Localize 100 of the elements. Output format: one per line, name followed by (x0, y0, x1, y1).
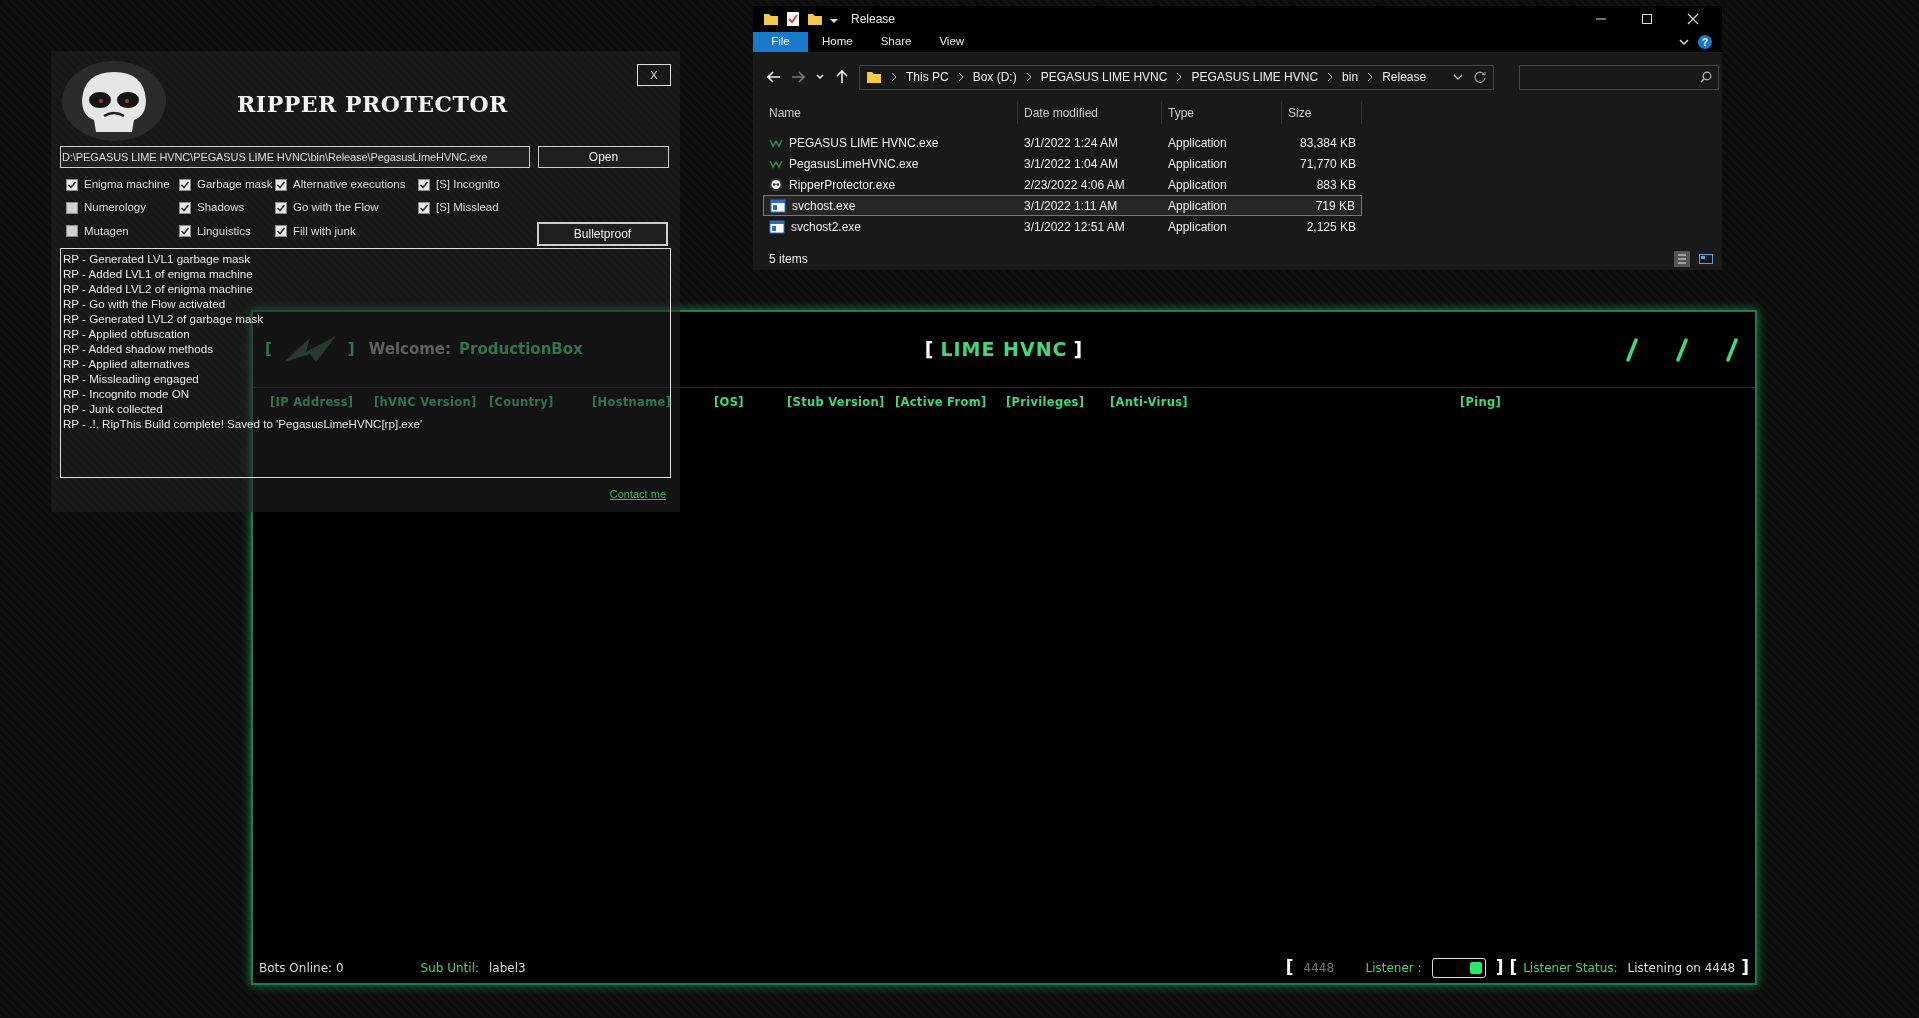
ribbon-tab[interactable]: View (925, 32, 979, 52)
column-header[interactable]: Type (1162, 102, 1282, 124)
forward-icon[interactable] (791, 70, 805, 84)
checkbox[interactable] (275, 225, 287, 238)
ribbon-tab[interactable]: Home (808, 32, 867, 52)
checkbox-option[interactable]: Numerology (66, 199, 179, 217)
listener-status-value: Listening on 4448 (1627, 960, 1736, 977)
folder-icon[interactable] (807, 11, 823, 27)
date-cell-text: 3/1/2022 1:04 AM (1023, 155, 1120, 173)
file-name[interactable]: PEGASUS LIME HVNC.exe (763, 132, 1018, 153)
checkbox-option[interactable]: Shadows (179, 199, 275, 217)
file-name[interactable]: RipperProtector.exe (763, 174, 1018, 195)
ribbon-tab[interactable]: File (753, 32, 808, 52)
log-line: RP - Generated LVL1 garbage mask (63, 250, 251, 266)
item-count: 5 items (769, 251, 808, 268)
checkbox-option[interactable]: Mutagen (66, 222, 179, 240)
address-bar[interactable]: This PC Box (D:) PEGASUS LIME HVNC PEGASUS LIME HVNC bin Release (859, 64, 1494, 90)
checkbox-option[interactable]: Alternative executions (275, 176, 418, 194)
log-line: RP - Added shadow methods (63, 340, 213, 356)
app-window-icon (769, 219, 785, 234)
folder-icon (763, 11, 779, 27)
checkbox-option[interactable]: Enigma machine (66, 176, 179, 194)
window-title: Release (851, 11, 896, 28)
bracket: [ (1285, 956, 1294, 980)
listener-toggle[interactable] (1431, 958, 1486, 978)
checkbox-option[interactable]: Go with the Flow (275, 199, 418, 217)
log-line: RP - .!. RipThis Build complete! Saved to 'PegasusLimeHVNC[rp].exe' (63, 415, 423, 431)
column-header: [Country] (489, 394, 555, 411)
size-cell-text: 71,770 KB (1298, 155, 1357, 173)
refresh-icon[interactable] (1473, 70, 1487, 84)
column-header: [Hostname] (592, 394, 673, 411)
chevron-right-icon (1025, 72, 1032, 82)
breadcrumb-item[interactable]: Release (1382, 68, 1427, 86)
bracket: ] (1495, 956, 1504, 980)
back-icon[interactable] (767, 70, 781, 84)
date-cell-text: 3/1/2022 12:51 AM (1023, 218, 1126, 236)
column-header: [Ping] (1460, 394, 1503, 411)
type-cell: Application (1162, 195, 1282, 216)
column-header: [OS] (714, 394, 745, 411)
bots-online-label: Bots Online: 0 (259, 960, 344, 977)
welcome-label: Welcome: (368, 339, 452, 361)
listener-label: Listener : (1365, 960, 1422, 977)
slash-icon (1725, 337, 1739, 362)
details-view-icon[interactable] (1674, 251, 1690, 267)
chevron-right-icon (891, 72, 897, 82)
breadcrumb-item[interactable]: bin (1342, 68, 1359, 86)
search-field[interactable] (1519, 64, 1719, 90)
checkbox-option[interactable]: Linguistics (179, 222, 275, 240)
type-cell-text: Application (1167, 176, 1228, 194)
log-line: RP - Generated LVL2 of garbage mask (63, 310, 263, 326)
breadcrumb-item[interactable]: Box (D:) (972, 68, 1017, 86)
port-field[interactable]: 4448 (1293, 959, 1366, 977)
checkbox[interactable] (179, 225, 191, 238)
checkbox[interactable] (418, 178, 430, 191)
checkbox[interactable] (275, 201, 287, 214)
checkbox[interactable] (418, 201, 430, 214)
slash-icon (1675, 337, 1689, 362)
file-name[interactable]: svchost2.exe (763, 216, 1018, 237)
breadcrumb-item[interactable]: PEGASUS LIME HVNC (1191, 68, 1319, 86)
properties-icon[interactable] (785, 11, 801, 27)
contact-link[interactable]: Contact me (609, 485, 666, 503)
slash-icon (1625, 337, 1639, 362)
app-title: RIPPER PROTECTOR (236, 90, 509, 119)
checkbox[interactable] (66, 178, 78, 191)
checkbox-option[interactable]: [S] Misslead (418, 199, 530, 217)
help-button[interactable]: ? (1698, 35, 1712, 49)
bulletproof-button[interactable]: Bulletproof (537, 221, 668, 246)
open-button[interactable]: Open (538, 146, 669, 168)
column-header[interactable]: Size (1282, 102, 1362, 124)
app-title: LIME HVNC (940, 337, 1068, 363)
close-button[interactable]: X (637, 64, 671, 86)
checkbox[interactable] (179, 178, 191, 191)
column-header[interactable]: Name (763, 102, 1018, 124)
checkbox[interactable] (179, 201, 191, 214)
skull-icon (769, 177, 783, 192)
file-name[interactable]: PegasusLimeHVNC.exe (763, 153, 1018, 174)
log-line: RP - Incognito mode ON (63, 385, 190, 401)
up-icon[interactable] (835, 70, 849, 84)
path-field[interactable]: D:\PEGASUS LIME HVNC\PEGASUS LIME HVNC\bin\Release\PegasusLimeHVNC.exe (60, 146, 530, 168)
size-cell: 719 KB (1282, 195, 1362, 216)
column-header[interactable]: Date modified (1018, 102, 1162, 124)
checkbox-option[interactable]: Garbage mask (179, 176, 275, 194)
breadcrumb-item[interactable]: PEGASUS LIME HVNC (1040, 68, 1168, 86)
column-header: [Active From] (895, 394, 988, 411)
ribbon-tab[interactable]: Share (866, 32, 926, 52)
file-name[interactable]: svchost.exe (763, 195, 1018, 216)
checkbox[interactable] (275, 178, 287, 191)
bracket: [ (1509, 956, 1518, 980)
checkbox[interactable] (66, 225, 78, 238)
tiles-view-icon[interactable] (1698, 251, 1714, 267)
type-cell-text: Application (1167, 155, 1228, 173)
checkbox[interactable] (66, 201, 78, 214)
date-cell: 3/1/2022 1:11 AM (1018, 195, 1162, 216)
checkbox-option[interactable]: Fill with junk (275, 222, 418, 240)
bracket: [ (265, 339, 272, 361)
checkbox-option[interactable]: [S] Incognito (418, 176, 530, 194)
breadcrumb-item[interactable]: This PC (906, 68, 949, 86)
chevron-icon[interactable] (1678, 36, 1690, 48)
sub-until-label: Sub Until: (420, 960, 479, 977)
size-cell-text: 83,384 KB (1298, 134, 1357, 152)
